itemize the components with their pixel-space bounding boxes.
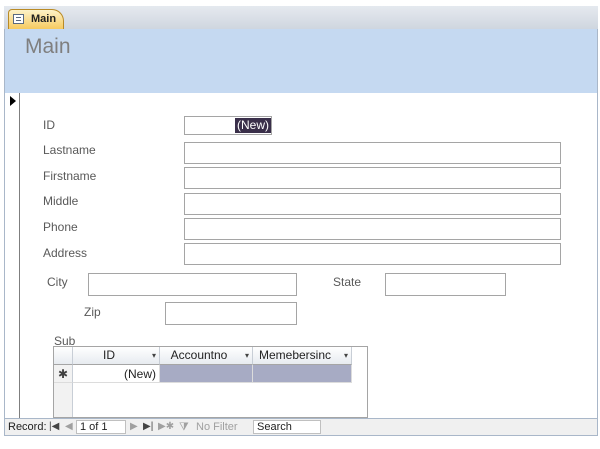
new-record-icon[interactable]: ✱ (54, 365, 73, 383)
column-header-memebersinc[interactable]: Memebersinc ▾ (253, 347, 352, 365)
city-label: City (47, 275, 68, 289)
state-field[interactable] (385, 273, 506, 296)
no-filter-button[interactable]: No Filter (196, 421, 238, 433)
column-dropdown-icon[interactable]: ▾ (152, 347, 156, 364)
id-label: ID (43, 118, 55, 132)
tab-main[interactable]: Main (8, 9, 64, 30)
subform-datasheet[interactable]: ID ▾ Accountno ▾ Memebersinc ▾ ✱ (New) (53, 346, 368, 418)
record-selector[interactable] (5, 93, 20, 418)
firstname-field[interactable] (184, 167, 561, 189)
new-record-nav-icon[interactable]: ▶✱ (158, 421, 174, 432)
column-header-id[interactable]: ID ▾ (73, 347, 160, 365)
search-input[interactable]: Search (253, 420, 321, 434)
lastname-field[interactable] (184, 142, 561, 164)
form-title: Main (25, 35, 71, 58)
zip-label: Zip (84, 305, 101, 319)
select-all-corner[interactable] (54, 347, 73, 365)
record-label: Record: (8, 421, 47, 433)
last-record-icon[interactable]: ▶| (143, 421, 153, 432)
next-record-icon[interactable]: ▶ (130, 421, 138, 432)
column-dropdown-icon[interactable]: ▾ (245, 347, 249, 364)
middle-field[interactable] (184, 193, 561, 215)
subform-selector-empty (54, 383, 73, 417)
lastname-label: Lastname (43, 143, 96, 157)
subform-cell-accountno[interactable] (160, 365, 253, 383)
id-field-value: (New) (235, 118, 271, 133)
subform-cell-memebersinc[interactable] (253, 365, 352, 383)
zip-field[interactable] (165, 302, 297, 325)
city-field[interactable] (88, 273, 297, 296)
form-header (5, 29, 597, 93)
subform-cell-id[interactable]: (New) (73, 365, 160, 383)
address-field[interactable] (184, 243, 561, 265)
document-tab-strip (4, 6, 598, 30)
first-record-icon[interactable]: |◀ (49, 421, 59, 432)
filter-icon: ⧩ (179, 421, 189, 433)
previous-record-icon[interactable]: ◀ (65, 421, 73, 432)
phone-field[interactable] (184, 218, 561, 240)
state-label: State (333, 275, 362, 289)
current-record-field[interactable]: 1 of 1 (76, 420, 126, 434)
current-record-arrow-icon (10, 96, 16, 106)
phone-label: Phone (43, 220, 78, 234)
form-icon (13, 14, 24, 24)
firstname-label: Firstname (43, 169, 97, 183)
tab-label: Main (31, 13, 57, 25)
address-label: Address (43, 246, 88, 260)
middle-label: Middle (43, 194, 79, 208)
record-navigation-bar: Record: |◀ ◀ 1 of 1 ▶ ▶| ▶✱ ⧩ No Filter … (4, 418, 598, 436)
column-dropdown-icon[interactable]: ▾ (344, 347, 348, 364)
column-header-accountno[interactable]: Accountno ▾ (160, 347, 253, 365)
